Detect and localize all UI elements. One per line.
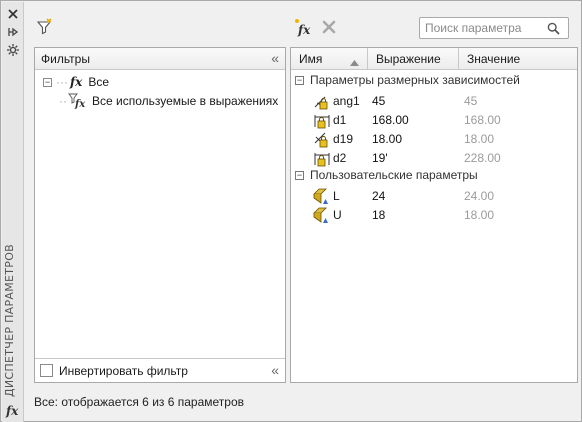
- linear-constraint-icon: [313, 150, 331, 168]
- table-row[interactable]: d19 18.00 18.00: [291, 130, 579, 149]
- group-dimensional-constraints[interactable]: − Параметры размерных зависимостей: [295, 73, 520, 87]
- delete-icon[interactable]: [319, 17, 339, 37]
- palette-title: ДИСПЕТЧЕР ПАРАМЕТРОВ: [3, 243, 16, 397]
- param-expression[interactable]: 24: [372, 189, 385, 203]
- palette-title-bar: ДИСПЕТЧЕР ПАРАМЕТРОВ fx: [2, 2, 24, 422]
- aligned-constraint-icon: [313, 131, 331, 149]
- param-expression[interactable]: 19': [372, 151, 388, 165]
- param-name: d2: [333, 151, 347, 165]
- filter-tree-item-label: Все: [88, 75, 110, 89]
- settings-icon[interactable]: [5, 42, 21, 58]
- pin-icon[interactable]: [5, 24, 21, 40]
- filter-tree-item-all[interactable]: − ··· fx Все: [43, 75, 109, 89]
- param-name: d19: [333, 132, 354, 146]
- collapse-filters-button[interactable]: «: [271, 51, 279, 65]
- search-icon[interactable]: [542, 18, 564, 38]
- invert-filter-checkbox[interactable]: [40, 364, 53, 377]
- parameters-grid: Имя Выражение Значение − Параметры разме…: [290, 47, 578, 383]
- search-input[interactable]: [420, 19, 542, 37]
- param-value: 18.00: [464, 208, 495, 222]
- linear-constraint-icon: [313, 112, 331, 130]
- filter-fx-icon: fx: [68, 93, 88, 109]
- param-value: 228.00: [464, 151, 501, 165]
- column-name-header[interactable]: Имя: [291, 48, 368, 69]
- new-user-parameter-icon[interactable]: fx: [293, 17, 313, 37]
- param-name: L: [333, 189, 340, 203]
- param-name: ang1: [333, 94, 360, 108]
- param-expression[interactable]: 18.00: [372, 132, 402, 146]
- table-row[interactable]: ang1 45 45: [291, 92, 579, 111]
- angular-constraint-icon: [313, 93, 331, 111]
- table-row[interactable]: U 18 18.00: [291, 206, 579, 225]
- filters-header: Фильтры «: [35, 48, 285, 70]
- svg-text:fx: fx: [74, 99, 86, 109]
- table-row[interactable]: d1 168.00 168.00: [291, 111, 579, 130]
- param-value: 18.00: [464, 132, 495, 146]
- svg-text:fx: fx: [297, 23, 311, 37]
- close-icon[interactable]: [5, 6, 21, 22]
- param-value: 168.00: [464, 113, 501, 127]
- fx-icon: fx: [6, 404, 19, 418]
- search-box[interactable]: [419, 17, 569, 39]
- filter-tree-item-used-in-expressions[interactable]: ·· fx Все используемые в выражениях: [59, 93, 278, 109]
- param-name: d1: [333, 113, 347, 127]
- collapse-filters-footer-button[interactable]: «: [271, 363, 279, 377]
- status-text: Все: отображается 6 из 6 параметров: [34, 395, 244, 409]
- filters-header-label: Фильтры: [41, 51, 90, 66]
- grid-header: Имя Выражение Значение: [291, 48, 577, 70]
- param-value: 45: [464, 94, 478, 108]
- param-value: 24.00: [464, 189, 495, 203]
- param-expression[interactable]: 168.00: [372, 113, 409, 127]
- param-expression[interactable]: 18: [372, 208, 385, 222]
- collapse-group-icon[interactable]: −: [295, 170, 304, 180]
- table-row[interactable]: L 24 24.00: [291, 187, 579, 206]
- param-expression[interactable]: 45: [372, 94, 385, 108]
- group-title: Параметры размерных зависимостей: [310, 73, 520, 87]
- parameters-manager-window: ДИСПЕТЧЕР ПАРАМЕТРОВ fx fx Фильтры « −: [0, 0, 582, 422]
- param-name: U: [333, 208, 342, 222]
- funnel-icon[interactable]: [35, 17, 55, 37]
- invert-filter-row: Инвертировать фильтр «: [35, 358, 285, 382]
- filter-tree-item-label: Все используемые в выражениях: [92, 94, 279, 108]
- group-user-parameters[interactable]: − Пользовательские параметры: [295, 168, 478, 182]
- table-row[interactable]: d2 19' 228.00: [291, 149, 579, 168]
- invert-filter-label: Инвертировать фильтр: [59, 363, 188, 378]
- column-value-header[interactable]: Значение: [459, 48, 577, 69]
- group-title: Пользовательские параметры: [310, 168, 478, 182]
- filters-panel: Фильтры « − ··· fx Все ·· fx Все использ…: [34, 47, 286, 383]
- collapse-group-icon[interactable]: −: [295, 75, 304, 85]
- user-parameter-icon: [313, 188, 331, 206]
- collapse-tree-icon[interactable]: −: [43, 77, 52, 87]
- column-expression-header[interactable]: Выражение: [368, 48, 459, 69]
- sort-ascending-icon: [350, 55, 359, 69]
- user-parameter-icon: [313, 207, 331, 225]
- fx-icon: fx: [70, 75, 83, 89]
